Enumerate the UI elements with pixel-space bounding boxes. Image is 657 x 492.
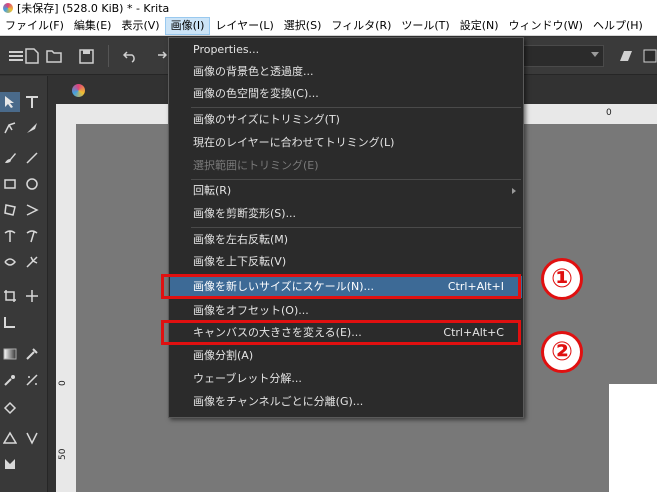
menu-item-trim-to-selection: 選択範囲にトリミング(E) xyxy=(170,155,522,177)
krita-app-icon xyxy=(3,3,13,13)
menu-image[interactable]: 画像(I) xyxy=(164,16,211,35)
menu-item-trim-to-image[interactable]: 画像のサイズにトリミング(T) xyxy=(170,109,522,131)
line-tool-icon[interactable] xyxy=(22,148,42,168)
menu-item-label: 画像の色空間を変換(C)... xyxy=(193,87,319,100)
freehand-path-tool-icon[interactable] xyxy=(22,226,42,246)
multibrush-tool-icon[interactable] xyxy=(22,252,42,272)
ruler-tool-icon[interactable] xyxy=(22,428,42,448)
menu-item-label: 回転(R) xyxy=(193,184,232,197)
open-folder-icon[interactable] xyxy=(44,46,64,66)
edit-shapes-tool-icon[interactable] xyxy=(0,118,20,138)
menu-item-label: 画像を左右反転(M) xyxy=(193,233,289,246)
v-ruler-label-0: 0 xyxy=(58,380,68,386)
menu-item-label: 現在のレイヤーに合わせてトリミング(L) xyxy=(193,136,395,149)
canvas-document[interactable] xyxy=(609,384,657,492)
menu-tools[interactable]: ツール(T) xyxy=(396,17,454,35)
gradient-tool-icon[interactable] xyxy=(0,344,20,364)
menu-item-label: 画像のサイズにトリミング(T) xyxy=(193,113,340,126)
title-bar: [未保存] (528.0 KiB) * - Krita xyxy=(0,0,657,16)
menu-layer[interactable]: レイヤー(L) xyxy=(210,17,278,35)
toolbox xyxy=(0,76,48,492)
transform-tool-icon[interactable] xyxy=(0,312,20,332)
measure-tool-icon[interactable] xyxy=(0,428,20,448)
menu-item-properties[interactable]: Properties... xyxy=(170,39,522,61)
menu-select[interactable]: 選択(S) xyxy=(279,17,327,35)
menu-window[interactable]: ウィンドウ(W) xyxy=(504,17,588,35)
v-ruler-label-50: 50 xyxy=(58,448,68,460)
document-tab-icon[interactable] xyxy=(72,84,85,97)
toolbar-separator xyxy=(108,45,109,67)
blend-mode-combo[interactable] xyxy=(520,45,604,67)
menu-item-offset-image[interactable]: 画像をオフセット(O)... xyxy=(170,300,522,322)
menu-item-wavelet-decompose[interactable]: ウェーブレット分解... xyxy=(170,368,522,390)
menu-item-convert-colorspace[interactable]: 画像の色空間を変換(C)... xyxy=(170,83,522,105)
menu-settings[interactable]: 設定(N) xyxy=(455,17,504,35)
menu-edit[interactable]: 編集(E) xyxy=(69,17,117,35)
menu-item-background-color[interactable]: 画像の背景色と透過度... xyxy=(170,61,522,83)
dynamic-brush-tool-icon[interactable] xyxy=(0,252,20,272)
annotation-badge-1: ① xyxy=(541,258,583,300)
menu-view[interactable]: 表示(V) xyxy=(116,17,164,35)
rectangle-tool-icon[interactable] xyxy=(0,174,20,194)
menu-item-split-image[interactable]: 画像分割(A) xyxy=(170,345,522,367)
eraser-icon[interactable] xyxy=(616,46,636,66)
menu-help[interactable]: ヘルプ(H) xyxy=(588,17,648,35)
color-picker-tool-icon[interactable] xyxy=(22,344,42,364)
menu-item-label: 画像をチャンネルごとに分離(G)... xyxy=(193,395,364,408)
save-icon[interactable] xyxy=(76,46,96,66)
window-title: [未保存] (528.0 KiB) * - Krita xyxy=(17,2,170,15)
menu-item-label: 画像分割(A) xyxy=(193,349,254,362)
menu-separator xyxy=(191,107,521,108)
h-ruler-label: 0 xyxy=(606,108,612,118)
menu-item-trim-to-layer[interactable]: 現在のレイヤーに合わせてトリミング(L) xyxy=(170,132,522,154)
redo-icon[interactable] xyxy=(150,46,170,66)
menu-item-mirror-horizontal[interactable]: 画像を左右反転(M) xyxy=(170,229,522,251)
menu-item-separate-channels[interactable]: 画像をチャンネルごとに分離(G)... xyxy=(170,391,522,413)
assistant-tool-icon[interactable] xyxy=(22,370,42,390)
crop-tool-icon[interactable] xyxy=(0,286,20,306)
menu-separator xyxy=(191,227,521,228)
menu-item-label: 画像の背景色と透過度... xyxy=(193,65,314,78)
menu-item-label: Properties... xyxy=(193,43,260,56)
fill-tool-icon[interactable] xyxy=(0,398,20,418)
menu-filter[interactable]: フィルタ(R) xyxy=(326,17,396,35)
text-tool-icon[interactable] xyxy=(22,92,42,112)
menu-item-rotate[interactable]: 回転(R) xyxy=(170,180,522,202)
ellipse-tool-icon[interactable] xyxy=(22,174,42,194)
submenu-arrow-icon xyxy=(512,188,516,194)
menu-item-label: ウェーブレット分解... xyxy=(193,372,302,385)
move-tool-icon[interactable] xyxy=(22,286,42,306)
calligraphy-tool-icon[interactable] xyxy=(22,118,42,138)
vertical-ruler: 0 50 xyxy=(56,104,76,492)
chevron-down-icon xyxy=(591,52,599,57)
preserve-alpha-icon[interactable] xyxy=(640,46,657,66)
menu-item-label: 選択範囲にトリミング(E) xyxy=(193,159,319,172)
image-menu-dropdown: Properties... 画像の背景色と透過度... 画像の色空間を変換(C)… xyxy=(168,37,524,418)
brush-tool-icon[interactable] xyxy=(0,148,20,168)
menu-bar: ファイル(F) 編集(E) 表示(V) 画像(I) レイヤー(L) 選択(S) … xyxy=(0,16,657,36)
select-shapes-tool-icon[interactable] xyxy=(0,92,20,112)
bezier-tool-icon[interactable] xyxy=(0,226,20,246)
smart-patch-tool-icon[interactable] xyxy=(0,370,20,390)
annotation-box-canvas-size xyxy=(161,320,521,345)
new-document-icon[interactable] xyxy=(22,46,42,66)
polygon-tool-icon[interactable] xyxy=(0,200,20,220)
undo-icon[interactable] xyxy=(120,46,140,66)
annotation-box-scale xyxy=(161,274,521,299)
menu-item-shear[interactable]: 画像を剪断変形(S)... xyxy=(170,203,522,225)
menu-item-label: 画像を上下反転(V) xyxy=(193,255,287,268)
reference-tool-icon[interactable] xyxy=(0,454,20,474)
menu-file[interactable]: ファイル(F) xyxy=(0,17,69,35)
menu-item-label: 画像をオフセット(O)... xyxy=(193,304,309,317)
menu-item-label: 画像を剪断変形(S)... xyxy=(193,207,297,220)
polyline-tool-icon[interactable] xyxy=(22,200,42,220)
menu-item-mirror-vertical[interactable]: 画像を上下反転(V) xyxy=(170,251,522,273)
annotation-badge-2: ② xyxy=(541,331,583,373)
